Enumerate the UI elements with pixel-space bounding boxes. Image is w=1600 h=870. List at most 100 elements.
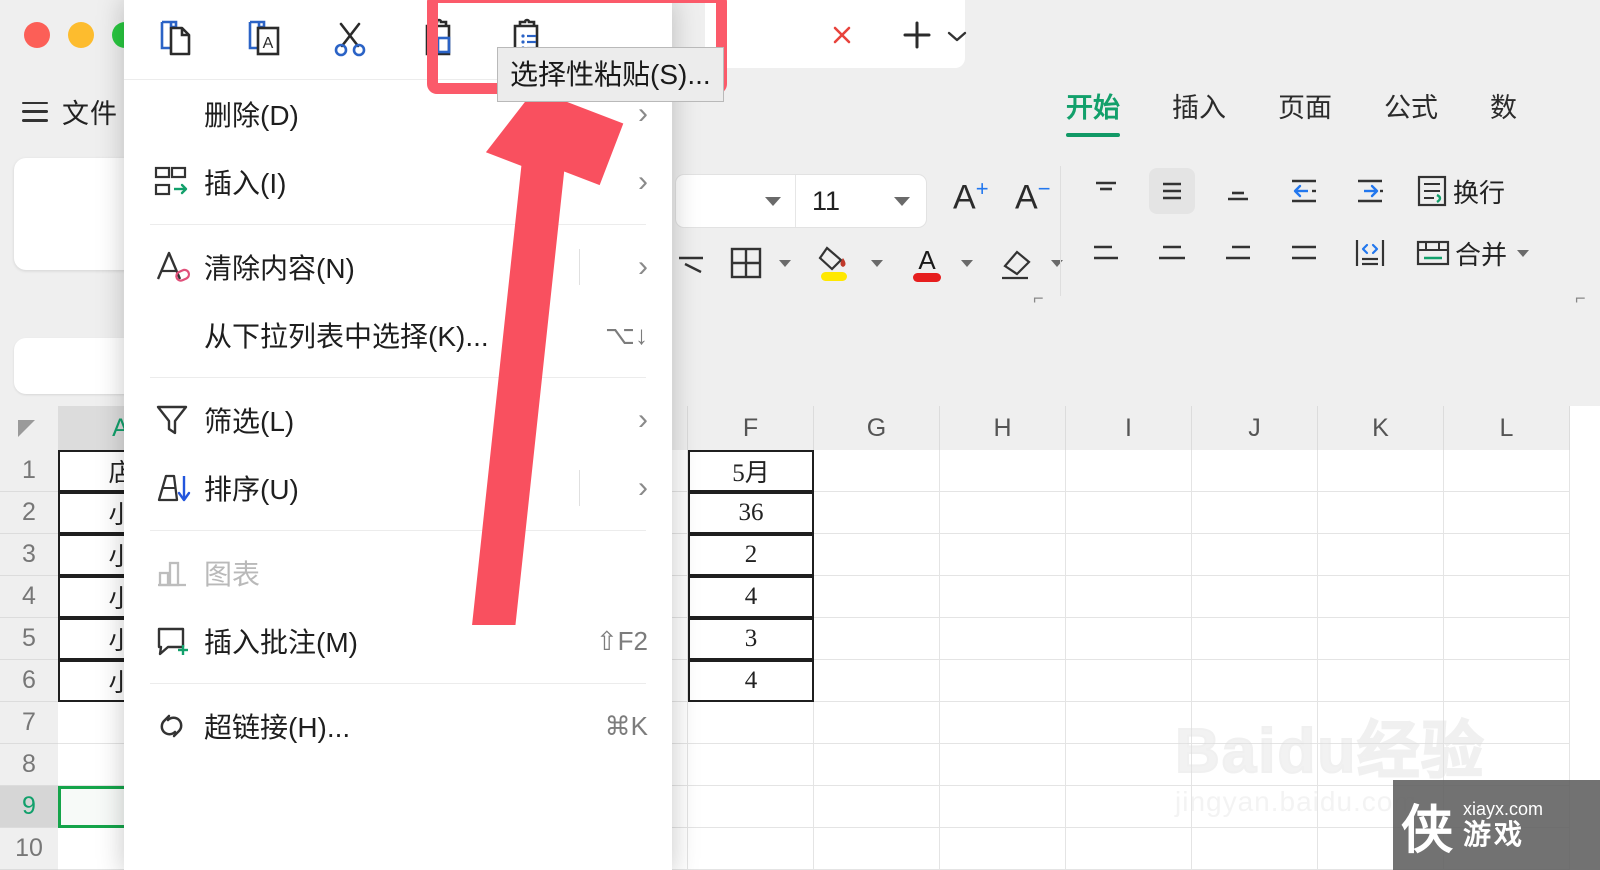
cell-L4[interactable] bbox=[1444, 576, 1570, 618]
context-menu-item[interactable]: 排序(U) › bbox=[124, 454, 672, 522]
cell-I5[interactable] bbox=[1066, 618, 1192, 660]
cell-H4[interactable] bbox=[940, 576, 1066, 618]
cell-H2[interactable] bbox=[940, 492, 1066, 534]
cell-L7[interactable] bbox=[1444, 702, 1570, 744]
cell-F8[interactable] bbox=[688, 744, 814, 786]
decrease-font-size-button[interactable]: A− bbox=[1015, 176, 1051, 217]
font-size-select[interactable]: 11 bbox=[796, 175, 926, 227]
row-header-5[interactable]: 5 bbox=[0, 618, 58, 660]
chevron-down-icon[interactable] bbox=[1517, 249, 1530, 257]
cell-F1[interactable]: 5月 bbox=[688, 450, 814, 492]
column-header-l[interactable]: L bbox=[1444, 406, 1570, 450]
cell-G9[interactable] bbox=[814, 786, 940, 828]
align-middle-button[interactable] bbox=[1149, 168, 1195, 214]
cut-icon[interactable] bbox=[328, 16, 372, 60]
cell-F4[interactable]: 4 bbox=[688, 576, 814, 618]
ribbon-tab-page[interactable]: 页面 bbox=[1252, 86, 1358, 137]
context-menu-item[interactable]: 筛选(L) › bbox=[124, 386, 672, 454]
cell-J7[interactable] bbox=[1192, 702, 1318, 744]
cell-K1[interactable] bbox=[1318, 450, 1444, 492]
cell-H5[interactable] bbox=[940, 618, 1066, 660]
cell-I4[interactable] bbox=[1066, 576, 1192, 618]
cell-I1[interactable] bbox=[1066, 450, 1192, 492]
cell-G10[interactable] bbox=[814, 828, 940, 870]
cell-J6[interactable] bbox=[1192, 660, 1318, 702]
align-right-button[interactable] bbox=[1215, 230, 1261, 276]
cell-L3[interactable] bbox=[1444, 534, 1570, 576]
cell-G7[interactable] bbox=[814, 702, 940, 744]
cell-L1[interactable] bbox=[1444, 450, 1570, 492]
cell-F3[interactable]: 2 bbox=[688, 534, 814, 576]
cell-I9[interactable] bbox=[1066, 786, 1192, 828]
chevron-down-icon[interactable] bbox=[779, 259, 791, 267]
cell-K6[interactable] bbox=[1318, 660, 1444, 702]
cell-J10[interactable] bbox=[1192, 828, 1318, 870]
cell-K5[interactable] bbox=[1318, 618, 1444, 660]
minimize-window-button[interactable] bbox=[68, 22, 94, 48]
cell-H6[interactable] bbox=[940, 660, 1066, 702]
clear-format-button[interactable] bbox=[997, 242, 1063, 284]
cell-K2[interactable] bbox=[1318, 492, 1444, 534]
justify-button[interactable] bbox=[1281, 230, 1327, 276]
borders-button[interactable] bbox=[727, 244, 791, 282]
cell-J3[interactable] bbox=[1192, 534, 1318, 576]
cell-G5[interactable] bbox=[814, 618, 940, 660]
cell-G6[interactable] bbox=[814, 660, 940, 702]
hamburger-menu-icon[interactable] bbox=[22, 101, 48, 122]
context-menu-item[interactable]: 插入(I) › bbox=[124, 148, 672, 216]
column-header-h[interactable]: H bbox=[940, 406, 1066, 450]
cell-G4[interactable] bbox=[814, 576, 940, 618]
cell-G3[interactable] bbox=[814, 534, 940, 576]
ribbon-tab-insert[interactable]: 插入 bbox=[1146, 86, 1252, 137]
ribbon-tab-home[interactable]: 开始 bbox=[1040, 86, 1146, 137]
column-header-g[interactable]: G bbox=[814, 406, 940, 450]
align-top-button[interactable] bbox=[1083, 168, 1129, 214]
context-menu-item[interactable]: 从下拉列表中选择(K)... ⌥↓ bbox=[124, 301, 672, 369]
ribbon-tab-formula[interactable]: 公式 bbox=[1358, 86, 1464, 137]
font-group-expander[interactable]: ⌐ bbox=[1033, 288, 1044, 309]
cell-H9[interactable] bbox=[940, 786, 1066, 828]
row-header-8[interactable]: 8 bbox=[0, 744, 58, 786]
decrease-indent-button[interactable] bbox=[1281, 168, 1327, 214]
cell-I3[interactable] bbox=[1066, 534, 1192, 576]
cell-K4[interactable] bbox=[1318, 576, 1444, 618]
file-menu-label[interactable]: 文件 bbox=[62, 92, 118, 131]
ribbon-tab-data[interactable]: 数 bbox=[1464, 86, 1543, 137]
align-left-button[interactable] bbox=[1083, 230, 1129, 276]
alignment-group-expander[interactable]: ⌐ bbox=[1575, 288, 1586, 309]
row-header-9[interactable]: 9 bbox=[0, 786, 58, 828]
cell-F10[interactable] bbox=[688, 828, 814, 870]
cell-K3[interactable] bbox=[1318, 534, 1444, 576]
align-bottom-button[interactable] bbox=[1215, 168, 1261, 214]
chevron-down-icon[interactable] bbox=[1051, 259, 1063, 267]
copy-format-icon[interactable]: A bbox=[240, 16, 284, 60]
select-all-corner[interactable] bbox=[0, 406, 58, 450]
row-header-1[interactable]: 1 bbox=[0, 450, 58, 492]
copy-icon[interactable] bbox=[152, 16, 196, 60]
font-color-button[interactable]: A bbox=[907, 242, 973, 284]
chevron-down-icon[interactable] bbox=[961, 259, 973, 267]
row-header-10[interactable]: 10 bbox=[0, 828, 58, 870]
cell-L6[interactable] bbox=[1444, 660, 1570, 702]
cell-J5[interactable] bbox=[1192, 618, 1318, 660]
row-header-2[interactable]: 2 bbox=[0, 492, 58, 534]
cell-G1[interactable] bbox=[814, 450, 940, 492]
column-header-k[interactable]: K bbox=[1318, 406, 1444, 450]
fill-color-button[interactable] bbox=[815, 242, 883, 284]
cell-F2[interactable]: 36 bbox=[688, 492, 814, 534]
cell-F7[interactable] bbox=[688, 702, 814, 744]
cell-I2[interactable] bbox=[1066, 492, 1192, 534]
context-menu-item[interactable]: 插入批注(M) ⇧F2 bbox=[124, 607, 672, 675]
context-menu-item[interactable]: 清除内容(N) › bbox=[124, 233, 672, 301]
cell-J2[interactable] bbox=[1192, 492, 1318, 534]
file-menu-area[interactable]: 文件 bbox=[22, 92, 118, 131]
distribute-button[interactable] bbox=[1347, 230, 1393, 276]
cell-F5[interactable]: 3 bbox=[688, 618, 814, 660]
close-tab-button[interactable] bbox=[825, 18, 859, 52]
cell-J8[interactable] bbox=[1192, 744, 1318, 786]
cell-I10[interactable] bbox=[1066, 828, 1192, 870]
column-header-j[interactable]: J bbox=[1192, 406, 1318, 450]
align-center-button[interactable] bbox=[1149, 230, 1195, 276]
column-header-f[interactable]: F bbox=[688, 406, 814, 450]
row-header-7[interactable]: 7 bbox=[0, 702, 58, 744]
